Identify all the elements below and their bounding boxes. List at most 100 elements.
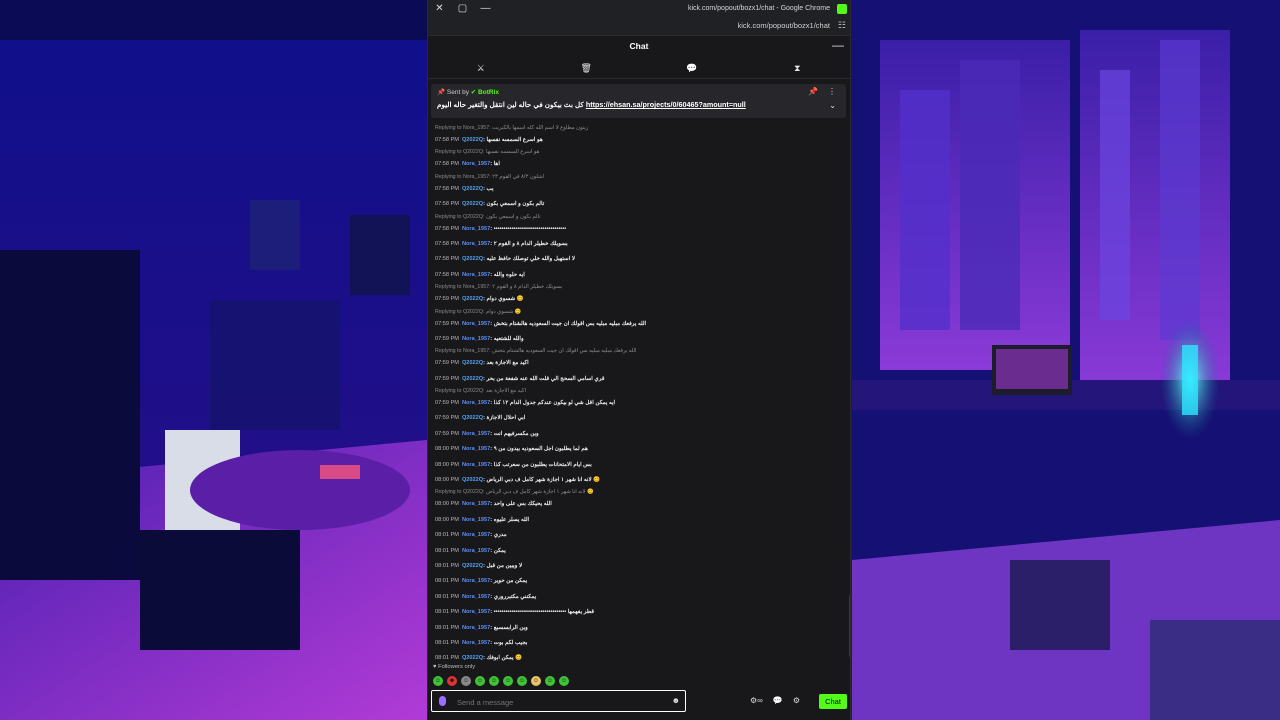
username[interactable]: Nora_1957 xyxy=(462,321,490,327)
pinned-bot-name[interactable]: BotRix xyxy=(478,89,499,96)
emote-icon[interactable]: ☺ xyxy=(559,676,569,686)
chat-input[interactable] xyxy=(455,694,659,710)
username[interactable]: Nora_1957 xyxy=(462,431,490,437)
message-timestamp: 07:59 PM xyxy=(435,360,459,367)
hourglass-icon[interactable]: ⧗ xyxy=(787,63,807,74)
chat-message: 08:01 PM Q2022Q: لا ويبين من قبل xyxy=(435,559,843,574)
chevron-down-icon[interactable]: ⌄ xyxy=(829,101,836,110)
pinned-link[interactable]: https://ehsan.sa/projects/0/60465?amount… xyxy=(586,100,746,109)
chat-message: 08:01 PM Nora_1957: يمكنني مكتبرروري xyxy=(435,590,843,605)
minimize-icon[interactable]: — xyxy=(474,0,497,18)
username[interactable]: Nora_1957 xyxy=(462,161,490,167)
sent-by-label: Sent by xyxy=(446,89,469,96)
pinned-text: كل بث بيكون في حاله لين انتقل والتغير حا… xyxy=(437,100,746,109)
emote-icon[interactable]: ☺ xyxy=(517,676,527,686)
username[interactable]: Q2022Q xyxy=(462,360,483,366)
bot-commands-icon[interactable]: ⚙∞ xyxy=(750,696,763,705)
username[interactable]: Nora_1957 xyxy=(462,336,490,342)
username[interactable]: Nora_1957 xyxy=(462,517,490,523)
chat-message: Replying to Q2022Q: لانه انا شهر ١ اجازة… xyxy=(435,488,843,512)
message-line: 07:58 PM Q2022Q: هو اسرع السمسه نفسها xyxy=(435,133,843,148)
message-line: 07:59 PM Q2022Q: ابي احلال الاجازة xyxy=(435,411,843,426)
reply-context[interactable]: Replying to Nora_1957: بسويلك خطيلر الدا… xyxy=(435,283,843,292)
username[interactable]: Nora_1957 xyxy=(462,241,490,247)
site-settings-icon[interactable]: ☷ xyxy=(838,20,846,31)
settings-gear-icon[interactable]: ⚙ xyxy=(793,696,800,705)
chat-header: Chat — xyxy=(428,36,850,58)
emote-icon[interactable]: ☺ xyxy=(475,676,485,686)
username[interactable]: Nora_1957 xyxy=(462,462,490,468)
emote-icon[interactable]: ☺ xyxy=(489,676,499,686)
emoji-picker-icon[interactable]: ☻ xyxy=(672,696,680,705)
sword-icon[interactable]: ⚔ xyxy=(471,63,491,74)
emote-icon[interactable]: ☺ xyxy=(461,676,471,686)
url-text[interactable]: kick.com/popout/bozx1/chat xyxy=(737,21,830,30)
username[interactable]: Q2022Q xyxy=(462,256,483,262)
chat-message: Replying to Q2022Q: هو اسرع السمسه نفسها… xyxy=(435,148,843,172)
message-text: وين مكسرفيهم انت xyxy=(493,430,539,437)
emote-icon[interactable]: ☻ xyxy=(447,676,457,686)
emote-icon[interactable]: ☺ xyxy=(545,676,555,686)
trash-icon[interactable]: 🗑 xyxy=(576,63,596,74)
username[interactable]: Nora_1957 xyxy=(462,400,490,406)
username[interactable]: Q2022Q xyxy=(462,137,483,143)
username[interactable]: Q2022Q xyxy=(462,186,483,192)
followers-only-status: ♥ Followers only xyxy=(433,664,475,670)
send-chat-button[interactable]: Chat xyxy=(819,694,847,709)
message-timestamp: 08:01 PM xyxy=(435,624,459,631)
username[interactable]: Q2022Q xyxy=(462,477,483,483)
username[interactable]: Q2022Q xyxy=(462,415,483,421)
reply-context[interactable]: Replying to Nora_1957: الله يرفعك مبليه … xyxy=(435,347,843,356)
username[interactable]: Nora_1957 xyxy=(462,625,490,631)
chat-message: 08:00 PM Q2022Q: لانه انا شهر ١ اجازة شهر… xyxy=(435,473,843,488)
pin-icon[interactable]: 📌 xyxy=(808,87,818,96)
username[interactable]: Q2022Q xyxy=(462,201,483,207)
reply-context[interactable]: Replying to Nora_1957: اشلون ٨/٣ في القو… xyxy=(435,173,843,182)
reply-context[interactable]: Replying to Q2022Q: اكيد مع الاجازة بعد xyxy=(435,387,843,396)
username[interactable]: Nora_1957 xyxy=(462,272,490,278)
message-line: 08:01 PM Nora_1957: يمكن من حوير xyxy=(435,574,843,589)
username[interactable]: Q2022Q xyxy=(462,563,483,569)
emote-icon[interactable]: ☺ xyxy=(433,676,443,686)
message-line: 07:59 PM Q2022Q: شسوي دوام 😊 xyxy=(435,292,843,307)
username[interactable]: Nora_1957 xyxy=(462,532,490,538)
chat-message: Replying to Nora_1957: بسويلك خطيلر الدا… xyxy=(435,283,843,307)
emote-icon[interactable]: ☺ xyxy=(531,676,541,686)
username[interactable]: Q2022Q xyxy=(462,376,483,382)
message-line: 08:01 PM Nora_1957: يمكن xyxy=(435,544,843,559)
collapse-chat-icon[interactable]: — xyxy=(832,38,844,52)
chat-message: 08:01 PM Nora_1957: مدري xyxy=(435,528,843,543)
username[interactable]: Nora_1957 xyxy=(462,578,490,584)
reply-context[interactable]: Replying to Q2022Q: تالم بكون و اسمعي بك… xyxy=(435,213,843,222)
username[interactable]: Q2022Q xyxy=(462,296,483,302)
chat-bubble-icon[interactable]: 💬 xyxy=(682,63,702,74)
microphone-icon[interactable] xyxy=(439,696,446,706)
username[interactable]: Nora_1957 xyxy=(462,594,490,600)
username[interactable]: Nora_1957 xyxy=(462,501,490,507)
username[interactable]: Nora_1957 xyxy=(462,640,490,646)
username[interactable]: Nora_1957 xyxy=(462,226,490,232)
chat-message: 07:58 PM Q2022Q: تالم بكون و اسمعي بكون xyxy=(435,197,843,212)
message-timestamp: 08:00 PM xyxy=(435,477,459,484)
url-bar: kick.com/popout/bozx1/chat ☷ xyxy=(428,18,850,36)
window-title: kick.com/popout/bozx1/chat - Google Chro… xyxy=(687,5,830,12)
reply-context[interactable]: Replying to Q2022Q: شسوي دوام 😊 xyxy=(435,308,843,317)
reply-context[interactable]: Replying to Nora_1957: زينون مطاوع لا اس… xyxy=(435,124,843,133)
reply-context[interactable]: Replying to Q2022Q: لانه انا شهر ١ اجازة… xyxy=(435,488,843,497)
message-text: اكيد مع الاجازة بعد xyxy=(486,360,529,367)
emote-icon[interactable]: ☺ xyxy=(503,676,513,686)
followers-only-label: Followers only xyxy=(438,664,476,670)
username[interactable]: Nora_1957 xyxy=(462,548,490,554)
chat-rules-icon[interactable]: 💬 xyxy=(773,696,783,705)
reply-context[interactable]: Replying to Q2022Q: هو اسرع السمسه نفسها xyxy=(435,148,843,157)
username[interactable]: Nora_1957 xyxy=(462,446,490,452)
close-icon[interactable]: ✕ xyxy=(428,0,451,18)
pinned-sender: 📌 Sent by ✔ BotRix xyxy=(437,88,499,96)
message-timestamp: 07:58 PM xyxy=(435,271,459,278)
chat-scrollbar[interactable] xyxy=(849,595,850,657)
more-options-icon[interactable]: ⋮ xyxy=(828,87,836,96)
maximize-icon[interactable]: ▢ xyxy=(451,0,474,18)
username[interactable]: Q2022Q xyxy=(462,655,483,661)
message-timestamp: 08:00 PM xyxy=(435,501,459,508)
username[interactable]: Nora_1957 xyxy=(462,609,490,615)
